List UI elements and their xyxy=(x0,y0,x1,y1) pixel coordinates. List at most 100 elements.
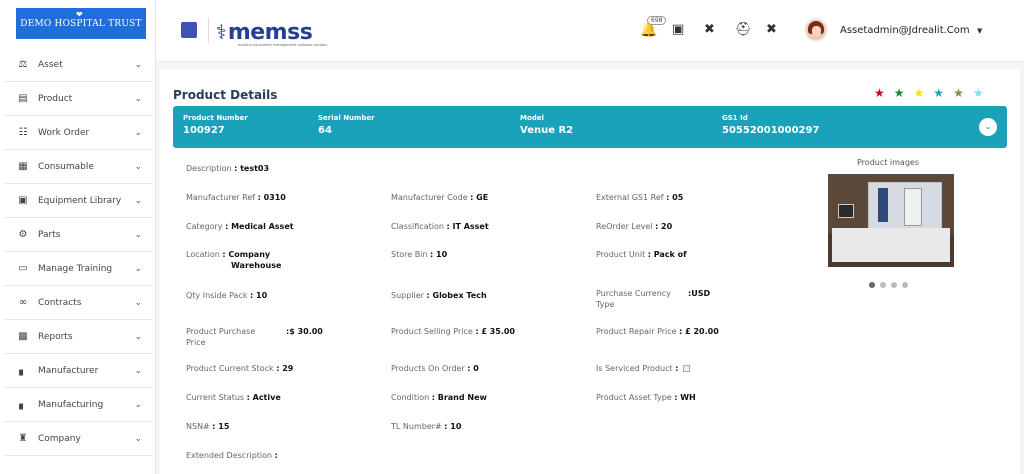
sidebar-item-label: Manufacturing xyxy=(38,399,104,410)
heart-icon: ❤ xyxy=(76,10,83,19)
tools-icon[interactable]: ✖ xyxy=(704,22,715,37)
chevron-down-icon: ⌄ xyxy=(134,59,142,70)
sidebar-item-label: Product xyxy=(38,93,73,104)
star-icon[interactable]: ★ xyxy=(933,86,944,100)
wrench-icon[interactable]: ✖ xyxy=(766,22,777,37)
sidebar-item-label: Work Order xyxy=(38,127,90,138)
factory-icon: ▖ xyxy=(19,365,27,376)
brand-tagline: medical equipment management software so… xyxy=(238,43,328,47)
sidebar-item-work-order[interactable]: ☷ Work Order ⌄ xyxy=(4,116,152,150)
chevron-down-icon: ⌄ xyxy=(134,331,142,342)
field-location: Location : Company Warehouse xyxy=(186,250,282,270)
carousel-dot[interactable] xyxy=(880,282,886,288)
sidebar-item-consumable[interactable]: ▦ Consumable ⌄ xyxy=(4,150,152,184)
model: Model Venue R2 xyxy=(520,114,574,136)
sidebar-item-label: Contracts xyxy=(38,297,82,308)
sidebar-item-label: Parts xyxy=(38,229,61,240)
brand-logo[interactable]: ⚕ memss medical equipment management sof… xyxy=(216,14,328,50)
gs1-id: GS1 Id 50552001000297 xyxy=(722,114,820,136)
field-nsn: NSN# : 15 xyxy=(186,422,230,431)
archive-icon: ▤ xyxy=(18,93,28,104)
grid-icon: ▦ xyxy=(18,161,28,172)
field-product-current-stock: Product Current Stock : 29 xyxy=(186,364,294,373)
sidebar-item-label: Reports xyxy=(38,331,73,342)
field-store-bin: Store Bin : 10 xyxy=(391,250,448,259)
carousel-dot[interactable] xyxy=(891,282,897,288)
caduceus-icon: ⚕ xyxy=(216,20,227,44)
sidebar-item-asset[interactable]: ⚖ Asset ⌄ xyxy=(4,48,152,82)
sidebar-item-product[interactable]: ▤ Product ⌄ xyxy=(4,82,152,116)
sidebar-item-manufacturer[interactable]: ▖ Manufacturer ⌄ xyxy=(4,354,152,388)
star-icon[interactable]: ★ xyxy=(894,86,905,100)
star-icon[interactable]: ★ xyxy=(874,86,885,100)
brand-name: memss xyxy=(227,19,313,45)
field-product-selling-price: Product Selling Price : £ 35.00 xyxy=(391,327,515,336)
carousel-dot[interactable] xyxy=(902,282,908,288)
field-category: Category : Medical Asset xyxy=(186,222,294,231)
field-products-on-order: Products On Order : 0 xyxy=(391,364,479,373)
field-manufacturer-code: Manufacturer Code : GE xyxy=(391,193,489,202)
sidebar-item-equipment-library[interactable]: ▣ Equipment Library ⌄ xyxy=(4,184,152,218)
carousel-dot[interactable] xyxy=(869,282,875,288)
sidebar-item-label: Manufacturer xyxy=(38,365,99,376)
field-condition: Condition : Brand New xyxy=(391,393,487,402)
hospital-logo[interactable]: ❤ DEMO HOSPITAL TRUST xyxy=(16,8,146,39)
main-content: Product Details ★ ★ ★ ★ ★ ★ Product Numb… xyxy=(160,70,1020,474)
sidebar-item-parts[interactable]: ⚙ Parts ⌄ xyxy=(4,218,152,252)
chevron-down-icon: ⌄ xyxy=(134,195,142,206)
rating-stars: ★ ★ ★ ★ ★ ★ xyxy=(874,86,984,100)
field-tl-number: TL Number# : 10 xyxy=(391,422,462,431)
sidebar-item-label: Consumable xyxy=(38,161,94,172)
serial-number: Serial Number 64 xyxy=(318,114,375,136)
field-reorder-level: ReOrder Level : 20 xyxy=(596,222,673,231)
field-description: Description : test03 xyxy=(186,164,270,173)
field-product-repair-price: Product Repair Price : £ 20.00 xyxy=(596,327,719,336)
chevron-down-icon: ⌄ xyxy=(134,365,142,376)
handshake-icon: ∞ xyxy=(18,297,28,308)
note-icon[interactable]: ▣ xyxy=(672,22,684,37)
chevron-down-icon: ⌄ xyxy=(134,297,142,308)
user-email[interactable]: Assetadmin@Jdrealit.Com xyxy=(840,25,970,36)
chevron-down-icon: ⌄ xyxy=(134,263,142,274)
helmet-icon[interactable]: ⛑ xyxy=(735,22,752,37)
product-image[interactable] xyxy=(828,174,954,267)
product-number: Product Number 100927 xyxy=(183,114,248,136)
sidebar-item-reports[interactable]: ▩ Reports ⌄ xyxy=(4,320,152,354)
sidebar-item-label: Company xyxy=(38,433,81,444)
avatar[interactable] xyxy=(804,18,828,42)
caret-down-icon[interactable]: ▼ xyxy=(977,27,982,35)
page-title: Product Details xyxy=(173,88,278,102)
library-icon: ▣ xyxy=(18,195,28,206)
sidebar-item-company[interactable]: ♜ Company ⌄ xyxy=(4,422,152,456)
chevron-down-icon: ⌄ xyxy=(134,161,142,172)
factory-icon: ▖ xyxy=(19,399,27,410)
scale-icon: ⚖ xyxy=(18,59,28,70)
field-extended-description: Extended Description : xyxy=(186,451,278,460)
chevron-down-icon: ⌄ xyxy=(134,399,142,410)
top-header: ⚕ memss medical equipment management sof… xyxy=(156,0,1024,62)
chevron-down-icon: ⌄ xyxy=(134,93,142,104)
parts-icon: ⚙ xyxy=(18,229,28,240)
field-is-serviced-product: Is Serviced Product : xyxy=(596,363,691,374)
field-supplier: Supplier : Globex Tech xyxy=(391,291,487,300)
menu-toggle-button[interactable] xyxy=(181,22,197,38)
sidebar-item-manufacturing[interactable]: ▖ Manufacturing ⌄ xyxy=(4,388,152,422)
sidebar-item-manage-training[interactable]: ▭ Manage Training ⌄ xyxy=(4,252,152,286)
monitor-icon: ▭ xyxy=(18,263,28,274)
collapse-button[interactable]: ⌄ xyxy=(979,118,997,136)
field-classification: Classification : IT Asset xyxy=(391,222,489,231)
star-icon[interactable]: ★ xyxy=(953,86,964,100)
star-icon[interactable]: ★ xyxy=(914,86,925,100)
report-icon: ▩ xyxy=(18,331,28,342)
sidebar-item-label: Asset xyxy=(38,59,63,70)
field-external-gs1-ref: External GS1 Ref : 05 xyxy=(596,193,684,202)
building-icon: ♜ xyxy=(18,433,28,444)
field-current-status: Current Status : Active xyxy=(186,393,281,402)
image-carousel-dots xyxy=(869,282,908,288)
star-icon[interactable]: ★ xyxy=(973,86,984,100)
is-serviced-checkbox[interactable] xyxy=(683,365,691,372)
field-manufacturer-ref: Manufacturer Ref : 0310 xyxy=(186,193,286,202)
sidebar-item-contracts[interactable]: ∞ Contracts ⌄ xyxy=(4,286,152,320)
field-purchase-currency-type: Purchase Currency Type: USD xyxy=(596,289,711,309)
chevron-down-icon: ⌄ xyxy=(134,433,142,444)
